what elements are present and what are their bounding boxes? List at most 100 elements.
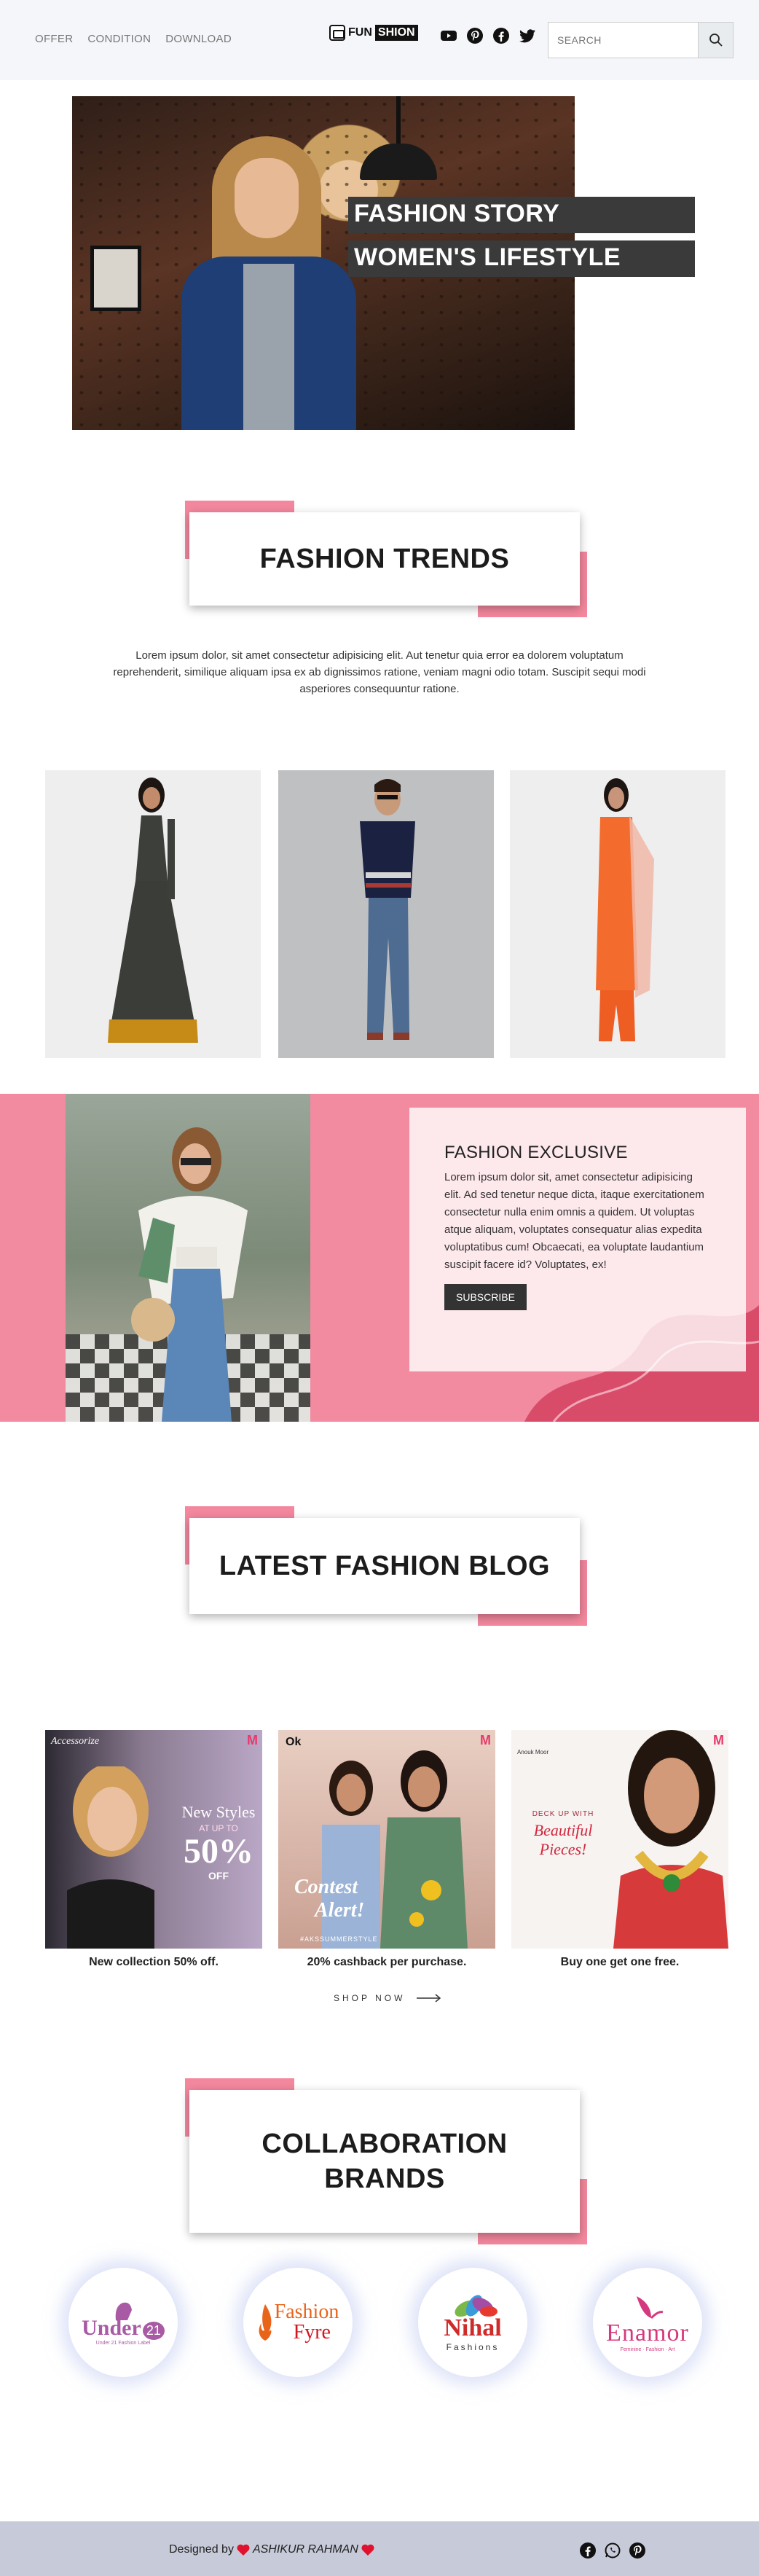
blog-offer-text: New Styles AT UP TO 50% OFF (175, 1803, 262, 1882)
kurta-model-image (596, 778, 654, 1041)
site-header: OFFER CONDITION DOWNLOAD FUN SHION (0, 0, 759, 80)
blog-brand: Accessorize (51, 1736, 100, 1747)
shop-now-link[interactable]: SHOP NOW (334, 1993, 441, 2003)
pinterest-icon[interactable] (629, 2542, 646, 2559)
hero-title: FASHION STORY WOMEN'S LIFESTYLE (348, 197, 695, 284)
blog-headline: New Styles (181, 1803, 256, 1821)
product-card-men[interactable] (278, 770, 494, 1058)
section-title: FASHION TRENDS (189, 512, 580, 606)
hero-title-line2: WOMEN'S LIFESTYLE (348, 240, 695, 277)
blog-card-contest[interactable]: Ok M Contest Alert! #AKSSUMMERSTYLE (278, 1730, 495, 1949)
nav-offer[interactable]: OFFER (35, 33, 73, 45)
brand-fashion-fyre[interactable]: Fashion Fyre (243, 2268, 353, 2377)
footer-social-links (579, 2542, 646, 2559)
blog-jewel-text: DECK UP WITH Beautiful Pieces! (516, 1810, 610, 1859)
hero-model (181, 136, 356, 430)
brand-under21[interactable]: Under 21 Under 21 Fashion Label (68, 2268, 178, 2377)
search-icon (709, 34, 723, 47)
brand-name: Nihal (444, 2314, 502, 2341)
fashion-fyre-text: Fashion Fyre (275, 2302, 339, 2343)
gown-model-image (108, 778, 198, 1043)
wall-picture-frame (90, 246, 141, 311)
flame-icon (259, 2304, 272, 2341)
blog-brand: Anouk Moor (517, 1749, 549, 1755)
search-input[interactable] (548, 23, 698, 58)
blog-sub: Beautiful Pieces! (533, 1821, 593, 1858)
blog-caption: Buy one get one free. (560, 1956, 680, 1968)
facebook-icon[interactable] (579, 2542, 597, 2559)
hero-title-line1: FASHION STORY (348, 197, 695, 233)
subscribe-button[interactable]: SUBSCRIBE (444, 1284, 527, 1310)
arrow-right-icon (417, 1994, 441, 2003)
social-links (440, 27, 536, 44)
nav-condition[interactable]: CONDITION (87, 33, 151, 45)
main-nav: OFFER CONDITION DOWNLOAD (35, 33, 232, 45)
blog-contest-text: Contest Alert! (294, 1876, 364, 1922)
brands-title-line2: BRANDS (324, 2164, 445, 2194)
enamor-logo-icon (637, 2295, 664, 2319)
whatsapp-icon[interactable] (604, 2542, 621, 2559)
section-title: LATEST FASHION BLOG (189, 1518, 580, 1614)
brands-heading: COLLABORATION BRANDS (185, 2078, 587, 2244)
site-footer: Designed by ASHIKUR RAHMAN (0, 2521, 759, 2576)
logo-text-fun: FUN (348, 26, 372, 39)
pinterest-icon[interactable] (466, 27, 484, 44)
youtube-icon[interactable] (440, 27, 457, 44)
blog-caption: New collection 50% off. (89, 1956, 219, 1968)
facebook-icon[interactable] (492, 27, 510, 44)
exclusive-model-image (131, 1127, 248, 1422)
under21-logo-text: Under 21 (82, 2316, 165, 2341)
mens-casual-model-image (360, 779, 415, 1040)
blog-brand: Ok (286, 1736, 302, 1748)
blog-model-image (67, 1766, 154, 1949)
brand-tagline: Fashions (446, 2342, 500, 2352)
logo-text-shion: SHION (374, 25, 418, 41)
brands-title-line1: COLLABORATION (261, 2129, 508, 2159)
blog-headline: Contest (294, 1876, 358, 1898)
footer-credit: Designed by ASHIKUR RAHMAN (169, 2543, 374, 2556)
brand-name: Enamor (606, 2319, 689, 2346)
shop-now-label: SHOP NOW (334, 1993, 406, 2003)
section-title: COLLABORATION BRANDS (189, 2090, 580, 2233)
brand-badge: 21 (142, 2321, 165, 2340)
credit-prefix: Designed by (169, 2543, 234, 2556)
site-logo[interactable]: FUN SHION (329, 25, 418, 41)
blog-discount: 50% (184, 1832, 253, 1871)
exclusive-photo (66, 1094, 310, 1422)
heart-icon (237, 2544, 250, 2556)
exclusive-title: FASHION EXCLUSIVE (444, 1143, 628, 1162)
brand-name: Fashion (274, 2301, 339, 2323)
blog-jewel-model-image (613, 1730, 728, 1949)
trends-description: Lorem ipsum dolor, sit amet consectetur … (113, 649, 646, 695)
brand-enamor[interactable]: Enamor Feminine · Fashion · Art (593, 2268, 702, 2377)
twitter-icon[interactable] (519, 27, 536, 44)
myntra-icon: M (247, 1733, 258, 1747)
blog-headline: DECK UP WITH (532, 1810, 594, 1818)
brand-tagline: Under 21 Fashion Label (95, 2340, 151, 2346)
model-face (235, 158, 299, 238)
blog-hashtag: #AKSSUMMERSTYLE (300, 1935, 378, 1943)
logo-icon (329, 25, 345, 41)
heart-icon (361, 2544, 374, 2556)
brand-name: Under (82, 2315, 141, 2340)
brand-nihal[interactable]: Nihal Fashions (418, 2268, 527, 2377)
blog-caption: 20% cashback per purchase. (307, 1956, 467, 1968)
search-button[interactable] (698, 23, 733, 58)
pendant-lamp (360, 96, 437, 180)
exclusive-card: FASHION EXCLUSIVE Lorem ipsum dolor sit,… (409, 1108, 746, 1371)
product-card-dress[interactable] (45, 770, 261, 1058)
blog-off: OFF (208, 1870, 229, 1882)
trends-heading: FASHION TRENDS (185, 501, 587, 617)
credit-author[interactable]: ASHIKUR RAHMAN (253, 2543, 358, 2556)
model-shirt (243, 264, 294, 430)
brand-tagline: Feminine · Fashion · Art (620, 2346, 675, 2352)
exclusive-text: Lorem ipsum dolor sit, amet consectetur … (444, 1171, 704, 1271)
search-bar (548, 22, 734, 58)
brand-name: Fyre (293, 2321, 331, 2344)
product-card-kurta[interactable] (510, 770, 725, 1058)
blog-card-jewellery[interactable]: Anouk Moor M DECK UP WITH Beautiful Piec… (511, 1730, 728, 1949)
blog-sub: Alert! (315, 1899, 365, 1922)
blog-heading: LATEST FASHION BLOG (185, 1506, 587, 1626)
nav-download[interactable]: DOWNLOAD (165, 33, 232, 45)
blog-card-accessorize[interactable]: Accessorize M New Styles AT UP TO 50% OF… (45, 1730, 262, 1949)
